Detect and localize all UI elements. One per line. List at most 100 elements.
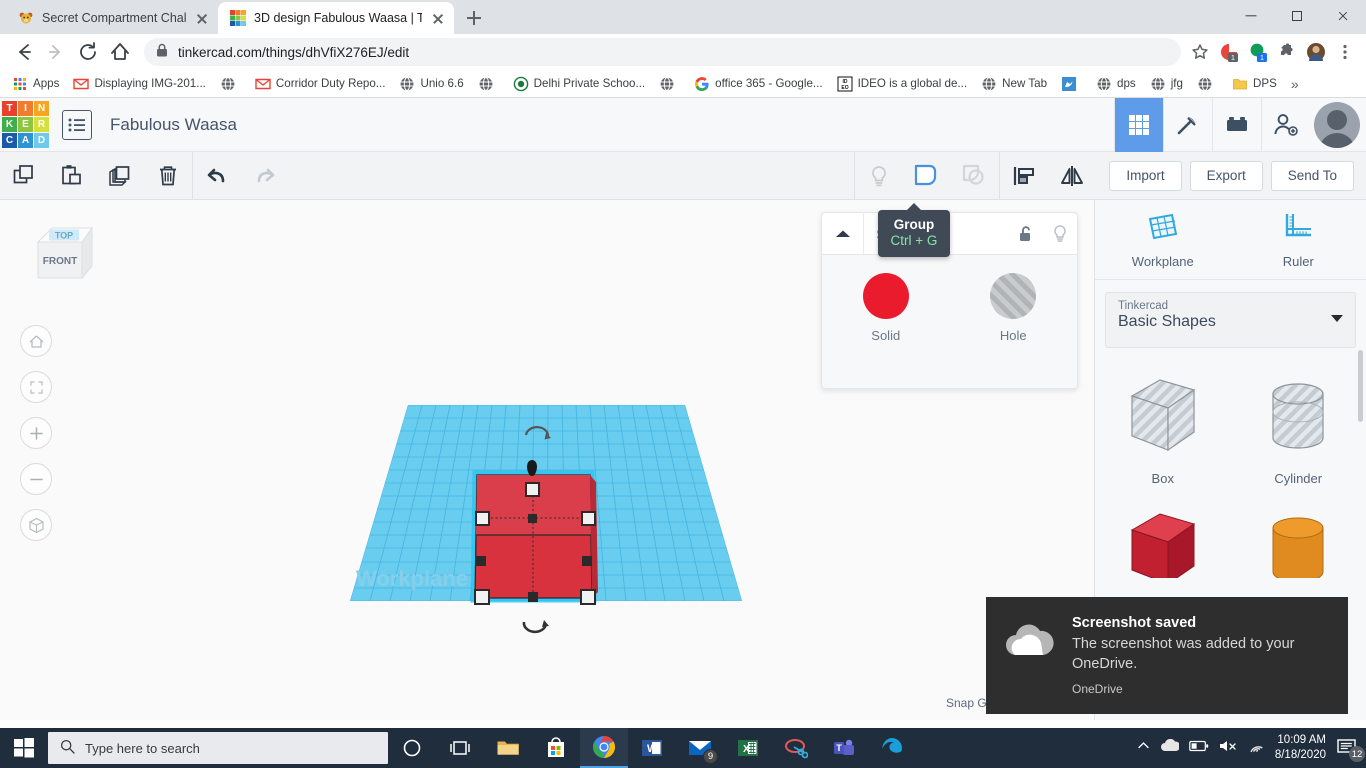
- shape-item-red-box[interactable]: [1095, 500, 1231, 605]
- bookmark-delhi-private-school[interactable]: Delhi Private Schoo...: [507, 73, 651, 95]
- minimize-button[interactable]: [1228, 0, 1274, 32]
- bookmarks-overflow-button[interactable]: »: [1285, 73, 1305, 95]
- group-shape-icon[interactable]: [903, 152, 951, 200]
- chevron-down-icon[interactable]: [1331, 315, 1343, 322]
- light-bulb-icon[interactable]: [855, 152, 903, 200]
- onedrive-tray-icon[interactable]: [1160, 738, 1181, 758]
- unlock-icon[interactable]: [1009, 213, 1043, 254]
- list-menu-icon[interactable]: [62, 109, 92, 140]
- bookmark-blue-bird[interactable]: [1055, 73, 1088, 95]
- light-bulb-icon[interactable]: [1043, 213, 1077, 254]
- browser-tab-1[interactable]: Secret Compartment Challenge -: [6, 2, 218, 34]
- solid-option[interactable]: Solid: [822, 273, 950, 343]
- mail-icon[interactable]: 9: [676, 728, 724, 768]
- shape-item-box[interactable]: Box: [1095, 366, 1231, 500]
- bookmark-folder-dps[interactable]: DPS: [1226, 73, 1283, 95]
- import-button[interactable]: Import: [1109, 160, 1182, 191]
- reload-icon[interactable]: [72, 36, 104, 68]
- wifi-icon[interactable]: [1247, 739, 1265, 758]
- notification-toast[interactable]: Screenshot saved The screenshot was adde…: [986, 597, 1348, 714]
- duplicate-icon[interactable]: [96, 152, 144, 200]
- ruler-tool[interactable]: Ruler: [1231, 200, 1366, 279]
- excel-icon[interactable]: X: [724, 728, 772, 768]
- bookmark-globe-2[interactable]: [472, 73, 505, 95]
- fit-all-icon[interactable]: [20, 371, 52, 403]
- home-view-icon[interactable]: [20, 325, 52, 357]
- hole-option[interactable]: Hole: [950, 273, 1078, 343]
- invite-person-icon[interactable]: [1261, 97, 1310, 152]
- volume-muted-icon[interactable]: [1219, 739, 1237, 758]
- align-icon[interactable]: [1000, 152, 1048, 200]
- word-icon[interactable]: W: [628, 728, 676, 768]
- codeblocks-pick-icon[interactable]: [1163, 97, 1212, 152]
- undo-arrow-icon[interactable]: [193, 152, 241, 200]
- bookmark-ideo[interactable]: ID EO IDEO is a global de...: [831, 73, 974, 95]
- sidebar-scrollbar[interactable]: [1358, 350, 1363, 422]
- bookmark-displaying-img[interactable]: Displaying IMG-201...: [67, 73, 211, 95]
- mirror-flip-icon[interactable]: [1048, 152, 1096, 200]
- close-icon[interactable]: [194, 10, 210, 26]
- snip-sketch-icon[interactable]: [772, 728, 820, 768]
- workplane-scene[interactable]: Workplane: [330, 358, 1090, 720]
- show-hidden-icons[interactable]: [1137, 739, 1150, 757]
- action-center-icon[interactable]: 12: [1336, 736, 1365, 762]
- extension-red-badge[interactable]: 1: [1216, 39, 1242, 65]
- maximize-button[interactable]: [1274, 0, 1320, 32]
- extension-green-badge[interactable]: 1: [1245, 39, 1271, 65]
- ortho-view-icon[interactable]: [20, 509, 52, 541]
- microsoft-edge-icon[interactable]: [868, 728, 916, 768]
- forward-icon[interactable]: [40, 36, 72, 68]
- star-icon[interactable]: [1187, 39, 1213, 65]
- export-button[interactable]: Export: [1189, 160, 1263, 191]
- view-cube[interactable]: TOP FRONT: [22, 220, 100, 290]
- tinkercad-logo[interactable]: T I N K E R C A D: [2, 100, 50, 149]
- shape-item-cylinder[interactable]: Cylinder: [1231, 366, 1366, 500]
- close-icon[interactable]: [430, 10, 446, 26]
- redo-arrow-icon[interactable]: [241, 152, 289, 200]
- bookmark-jfg[interactable]: jfg: [1144, 73, 1189, 95]
- blocks-brick-icon[interactable]: [1212, 97, 1261, 152]
- shape-library-select[interactable]: Tinkercad Basic Shapes: [1105, 292, 1356, 348]
- new-tab-button[interactable]: [460, 4, 488, 32]
- address-bar[interactable]: tinkercad.com/things/dhVfiX276EJ/edit: [144, 38, 1181, 66]
- bookmark-apps[interactable]: Apps: [6, 73, 65, 95]
- ungroup-shape-icon[interactable]: [951, 152, 999, 200]
- collapse-up-icon[interactable]: [822, 213, 864, 254]
- close-window-button[interactable]: [1320, 0, 1366, 32]
- avatar[interactable]: [1314, 101, 1360, 148]
- bookmark-unio[interactable]: Unio 6.6: [393, 73, 469, 95]
- solid-color-swatch[interactable]: [862, 273, 909, 319]
- paste-icon[interactable]: [48, 152, 96, 200]
- bookmark-new-tab[interactable]: New Tab: [975, 73, 1053, 95]
- taskbar-search-box[interactable]: Type here to search: [48, 732, 388, 764]
- profile-avatar[interactable]: [1303, 39, 1329, 65]
- puzzle-icon[interactable]: [1274, 39, 1300, 65]
- bookmark-globe-4[interactable]: [1191, 73, 1224, 95]
- browser-tab-2[interactable]: 3D design Fabulous Waasa | Tink: [218, 2, 454, 34]
- bookmark-globe-3[interactable]: [653, 73, 686, 95]
- microsoft-store-icon[interactable]: [532, 728, 580, 768]
- zoom-in-icon[interactable]: [20, 417, 52, 449]
- cortana-icon[interactable]: [388, 728, 436, 768]
- taskbar-clock[interactable]: 10:09 AM 8/18/2020: [1275, 733, 1326, 763]
- send-to-button[interactable]: Send To: [1270, 160, 1354, 191]
- back-icon[interactable]: [8, 36, 40, 68]
- bookmark-globe-1[interactable]: [214, 73, 247, 95]
- google-chrome-icon[interactable]: [580, 728, 628, 768]
- page-title[interactable]: Fabulous Waasa: [110, 115, 237, 135]
- task-view-icon[interactable]: [436, 728, 484, 768]
- bookmark-dps-lower[interactable]: dps: [1090, 73, 1142, 95]
- zoom-out-icon[interactable]: [20, 463, 52, 495]
- windows-start-icon[interactable]: [0, 728, 48, 768]
- bookmark-office365[interactable]: office 365 - Google...: [688, 73, 828, 95]
- kebab-menu[interactable]: [1332, 39, 1358, 65]
- microsoft-teams-icon[interactable]: T: [820, 728, 868, 768]
- hole-color-swatch[interactable]: [990, 273, 1037, 319]
- shape-item-orange-cylinder[interactable]: [1231, 500, 1366, 605]
- battery-icon[interactable]: [1189, 739, 1209, 757]
- gallery-grid-icon[interactable]: [1114, 97, 1163, 152]
- copy-icon[interactable]: [0, 152, 48, 200]
- delete-trash-icon[interactable]: [144, 152, 192, 200]
- bookmark-corridor-duty[interactable]: Corridor Duty Repo...: [249, 73, 392, 95]
- home-icon[interactable]: [104, 36, 136, 68]
